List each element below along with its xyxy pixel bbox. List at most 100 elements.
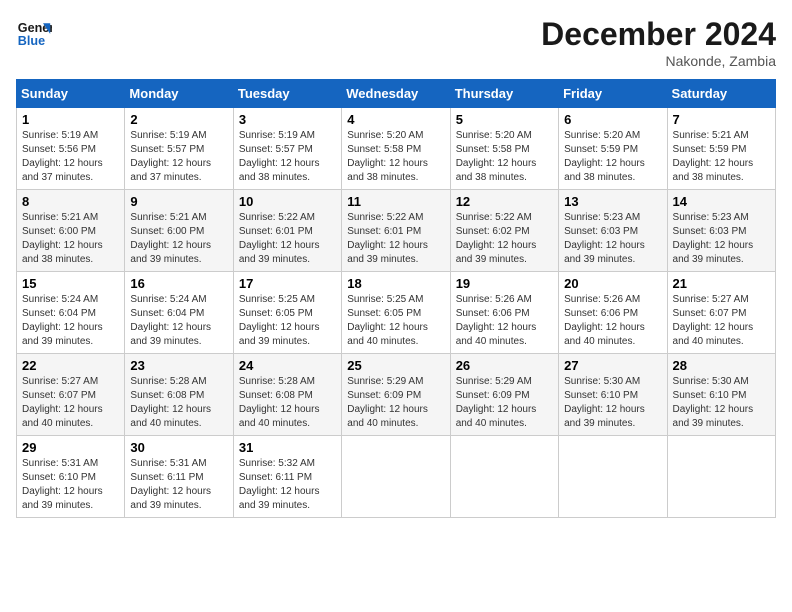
day-number: 15 xyxy=(22,276,119,291)
day-info: Sunrise: 5:28 AM Sunset: 6:08 PM Dayligh… xyxy=(239,375,336,431)
day-number: 27 xyxy=(564,358,661,373)
calendar-cell: 28 Sunrise: 5:30 AM Sunset: 6:10 PM Dayl… xyxy=(667,354,775,436)
day-number: 8 xyxy=(22,194,119,209)
day-number: 2 xyxy=(130,112,227,127)
day-number: 13 xyxy=(564,194,661,209)
day-info: Sunrise: 5:30 AM Sunset: 6:10 PM Dayligh… xyxy=(673,375,770,431)
day-info: Sunrise: 5:23 AM Sunset: 6:03 PM Dayligh… xyxy=(673,211,770,267)
day-info: Sunrise: 5:22 AM Sunset: 6:02 PM Dayligh… xyxy=(456,211,553,267)
day-number: 18 xyxy=(347,276,444,291)
day-info: Sunrise: 5:27 AM Sunset: 6:07 PM Dayligh… xyxy=(673,293,770,349)
calendar-cell: 10 Sunrise: 5:22 AM Sunset: 6:01 PM Dayl… xyxy=(233,190,341,272)
day-number: 20 xyxy=(564,276,661,291)
day-number: 22 xyxy=(22,358,119,373)
calendar-cell: 9 Sunrise: 5:21 AM Sunset: 6:00 PM Dayli… xyxy=(125,190,233,272)
day-number: 28 xyxy=(673,358,770,373)
calendar-cell: 18 Sunrise: 5:25 AM Sunset: 6:05 PM Dayl… xyxy=(342,272,450,354)
calendar-cell: 25 Sunrise: 5:29 AM Sunset: 6:09 PM Dayl… xyxy=(342,354,450,436)
calendar-row: 29 Sunrise: 5:31 AM Sunset: 6:10 PM Dayl… xyxy=(17,436,776,518)
svg-text:Blue: Blue xyxy=(18,34,45,48)
day-info: Sunrise: 5:19 AM Sunset: 5:57 PM Dayligh… xyxy=(130,129,227,185)
page-header: General Blue December 2024 Nakonde, Zamb… xyxy=(16,16,776,69)
day-number: 1 xyxy=(22,112,119,127)
calendar-cell: 1 Sunrise: 5:19 AM Sunset: 5:56 PM Dayli… xyxy=(17,108,125,190)
day-number: 6 xyxy=(564,112,661,127)
day-number: 23 xyxy=(130,358,227,373)
day-info: Sunrise: 5:29 AM Sunset: 6:09 PM Dayligh… xyxy=(456,375,553,431)
day-number: 25 xyxy=(347,358,444,373)
calendar-cell: 29 Sunrise: 5:31 AM Sunset: 6:10 PM Dayl… xyxy=(17,436,125,518)
day-info: Sunrise: 5:21 AM Sunset: 6:00 PM Dayligh… xyxy=(22,211,119,267)
calendar-header-cell: Thursday xyxy=(450,80,558,108)
calendar-cell xyxy=(667,436,775,518)
day-number: 21 xyxy=(673,276,770,291)
day-number: 19 xyxy=(456,276,553,291)
logo: General Blue xyxy=(16,16,52,52)
calendar-cell: 12 Sunrise: 5:22 AM Sunset: 6:02 PM Dayl… xyxy=(450,190,558,272)
day-info: Sunrise: 5:20 AM Sunset: 5:58 PM Dayligh… xyxy=(347,129,444,185)
day-number: 4 xyxy=(347,112,444,127)
calendar-row: 8 Sunrise: 5:21 AM Sunset: 6:00 PM Dayli… xyxy=(17,190,776,272)
day-number: 9 xyxy=(130,194,227,209)
day-number: 29 xyxy=(22,440,119,455)
calendar-cell: 17 Sunrise: 5:25 AM Sunset: 6:05 PM Dayl… xyxy=(233,272,341,354)
calendar-cell: 30 Sunrise: 5:31 AM Sunset: 6:11 PM Dayl… xyxy=(125,436,233,518)
calendar-cell: 4 Sunrise: 5:20 AM Sunset: 5:58 PM Dayli… xyxy=(342,108,450,190)
calendar-cell: 26 Sunrise: 5:29 AM Sunset: 6:09 PM Dayl… xyxy=(450,354,558,436)
calendar-cell: 16 Sunrise: 5:24 AM Sunset: 6:04 PM Dayl… xyxy=(125,272,233,354)
day-number: 3 xyxy=(239,112,336,127)
calendar-header-cell: Wednesday xyxy=(342,80,450,108)
day-info: Sunrise: 5:31 AM Sunset: 6:10 PM Dayligh… xyxy=(22,457,119,513)
calendar-cell xyxy=(342,436,450,518)
day-info: Sunrise: 5:23 AM Sunset: 6:03 PM Dayligh… xyxy=(564,211,661,267)
calendar-header-row: SundayMondayTuesdayWednesdayThursdayFrid… xyxy=(17,80,776,108)
calendar-cell: 2 Sunrise: 5:19 AM Sunset: 5:57 PM Dayli… xyxy=(125,108,233,190)
calendar-cell: 20 Sunrise: 5:26 AM Sunset: 6:06 PM Dayl… xyxy=(559,272,667,354)
day-info: Sunrise: 5:32 AM Sunset: 6:11 PM Dayligh… xyxy=(239,457,336,513)
calendar-header-cell: Tuesday xyxy=(233,80,341,108)
day-number: 14 xyxy=(673,194,770,209)
day-number: 12 xyxy=(456,194,553,209)
day-number: 31 xyxy=(239,440,336,455)
calendar-row: 1 Sunrise: 5:19 AM Sunset: 5:56 PM Dayli… xyxy=(17,108,776,190)
calendar-header-cell: Saturday xyxy=(667,80,775,108)
day-info: Sunrise: 5:25 AM Sunset: 6:05 PM Dayligh… xyxy=(239,293,336,349)
calendar-cell: 31 Sunrise: 5:32 AM Sunset: 6:11 PM Dayl… xyxy=(233,436,341,518)
calendar-header-cell: Friday xyxy=(559,80,667,108)
day-number: 16 xyxy=(130,276,227,291)
calendar-cell: 24 Sunrise: 5:28 AM Sunset: 6:08 PM Dayl… xyxy=(233,354,341,436)
title-block: December 2024 Nakonde, Zambia xyxy=(541,16,776,69)
day-info: Sunrise: 5:25 AM Sunset: 6:05 PM Dayligh… xyxy=(347,293,444,349)
day-number: 5 xyxy=(456,112,553,127)
day-number: 10 xyxy=(239,194,336,209)
calendar-cell: 27 Sunrise: 5:30 AM Sunset: 6:10 PM Dayl… xyxy=(559,354,667,436)
calendar-cell: 6 Sunrise: 5:20 AM Sunset: 5:59 PM Dayli… xyxy=(559,108,667,190)
day-info: Sunrise: 5:24 AM Sunset: 6:04 PM Dayligh… xyxy=(22,293,119,349)
calendar-cell: 11 Sunrise: 5:22 AM Sunset: 6:01 PM Dayl… xyxy=(342,190,450,272)
day-info: Sunrise: 5:22 AM Sunset: 6:01 PM Dayligh… xyxy=(239,211,336,267)
month-title: December 2024 xyxy=(541,16,776,53)
day-info: Sunrise: 5:20 AM Sunset: 5:59 PM Dayligh… xyxy=(564,129,661,185)
day-info: Sunrise: 5:19 AM Sunset: 5:57 PM Dayligh… xyxy=(239,129,336,185)
calendar-table: SundayMondayTuesdayWednesdayThursdayFrid… xyxy=(16,79,776,518)
day-number: 17 xyxy=(239,276,336,291)
day-info: Sunrise: 5:29 AM Sunset: 6:09 PM Dayligh… xyxy=(347,375,444,431)
day-number: 7 xyxy=(673,112,770,127)
day-info: Sunrise: 5:28 AM Sunset: 6:08 PM Dayligh… xyxy=(130,375,227,431)
calendar-row: 15 Sunrise: 5:24 AM Sunset: 6:04 PM Dayl… xyxy=(17,272,776,354)
calendar-header-cell: Sunday xyxy=(17,80,125,108)
calendar-cell: 7 Sunrise: 5:21 AM Sunset: 5:59 PM Dayli… xyxy=(667,108,775,190)
day-info: Sunrise: 5:22 AM Sunset: 6:01 PM Dayligh… xyxy=(347,211,444,267)
day-info: Sunrise: 5:21 AM Sunset: 6:00 PM Dayligh… xyxy=(130,211,227,267)
day-info: Sunrise: 5:30 AM Sunset: 6:10 PM Dayligh… xyxy=(564,375,661,431)
day-info: Sunrise: 5:26 AM Sunset: 6:06 PM Dayligh… xyxy=(564,293,661,349)
calendar-cell: 23 Sunrise: 5:28 AM Sunset: 6:08 PM Dayl… xyxy=(125,354,233,436)
calendar-header-cell: Monday xyxy=(125,80,233,108)
calendar-cell xyxy=(559,436,667,518)
day-info: Sunrise: 5:21 AM Sunset: 5:59 PM Dayligh… xyxy=(673,129,770,185)
calendar-cell: 22 Sunrise: 5:27 AM Sunset: 6:07 PM Dayl… xyxy=(17,354,125,436)
day-number: 30 xyxy=(130,440,227,455)
day-info: Sunrise: 5:20 AM Sunset: 5:58 PM Dayligh… xyxy=(456,129,553,185)
location: Nakonde, Zambia xyxy=(541,53,776,69)
day-info: Sunrise: 5:27 AM Sunset: 6:07 PM Dayligh… xyxy=(22,375,119,431)
